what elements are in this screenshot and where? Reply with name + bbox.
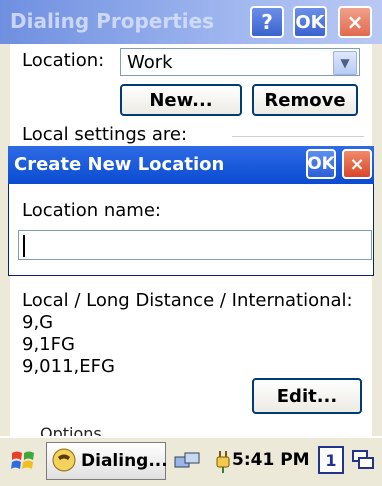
- dialing-properties-titlebar: Dialing Properties ? OK ×: [0, 0, 382, 44]
- edit-button[interactable]: Edit...: [252, 378, 362, 414]
- location-name-label: Location name:: [22, 200, 161, 221]
- location-select[interactable]: Work ▼: [120, 48, 360, 76]
- dialing-icon: [51, 447, 77, 479]
- location-value: Work: [127, 52, 173, 73]
- chevron-down-icon[interactable]: ▼: [333, 51, 357, 75]
- options-label: Options: [40, 424, 102, 436]
- code-long-distance: 9,1FG: [22, 334, 75, 355]
- code-local: 9,G: [22, 312, 54, 333]
- network-icon[interactable]: [170, 444, 204, 478]
- task-label: Dialing...: [81, 451, 168, 471]
- taskbar: Dialing... 5:41 PM 1: [0, 436, 382, 486]
- close-button[interactable]: ×: [338, 6, 372, 38]
- location-label: Location:: [22, 50, 105, 71]
- code-international: 9,011,EFG: [22, 356, 115, 377]
- create-location-title: Create New Location: [14, 154, 225, 175]
- create-location-titlebar: Create New Location OK ×: [8, 146, 374, 184]
- dialing-task-button[interactable]: Dialing...: [46, 442, 168, 480]
- help-button[interactable]: ?: [250, 6, 284, 38]
- new-location-button[interactable]: New...: [120, 84, 242, 116]
- dialing-codes: Local / Long Distance / International: 9…: [22, 290, 353, 378]
- codes-header: Local / Long Distance / International:: [22, 290, 353, 311]
- input-panel-badge[interactable]: 1: [318, 446, 344, 474]
- text-caret: [23, 235, 25, 257]
- dialog-title: Dialing Properties: [10, 9, 215, 33]
- location-name-input[interactable]: [18, 230, 372, 260]
- windows-switch-icon[interactable]: [350, 446, 376, 474]
- local-settings-label: Local settings are:: [22, 124, 188, 145]
- windows-flag-icon[interactable]: [6, 444, 40, 478]
- clock[interactable]: 5:41 PM: [232, 450, 310, 470]
- remove-location-button[interactable]: Remove: [252, 84, 358, 116]
- create-location-ok-button[interactable]: OK: [306, 149, 336, 179]
- create-location-close-button[interactable]: ×: [342, 149, 372, 179]
- separator: [232, 136, 364, 137]
- ok-button[interactable]: OK: [293, 6, 327, 38]
